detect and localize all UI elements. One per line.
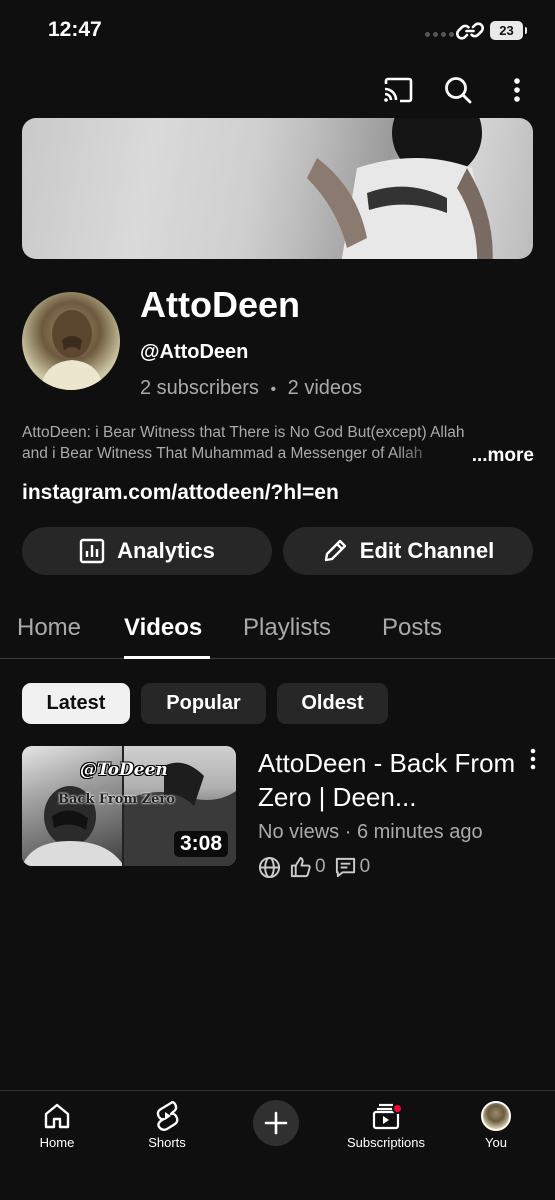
- battery-icon: 23: [490, 21, 527, 40]
- nav-home-label: Home: [39, 1135, 75, 1150]
- video-views: No views: [258, 821, 340, 843]
- tab-playlists[interactable]: Playlists: [243, 614, 331, 642]
- channel-handle: @AttoDeen: [140, 341, 249, 363]
- status-time: 12:47: [48, 18, 102, 41]
- nav-subscriptions[interactable]: Subscriptions: [336, 1099, 436, 1150]
- description-line: and i Bear Witness That Muhammad a Messe…: [22, 445, 423, 462]
- video-stats-row: 0 0: [258, 855, 370, 879]
- nav-home[interactable]: Home: [7, 1099, 107, 1150]
- description-line: AttoDeen: i Bear Witness that There is N…: [22, 424, 465, 441]
- video-age: 6 minutes ago: [356, 821, 483, 843]
- create-plus-icon: [264, 1111, 288, 1135]
- filter-chip-popular[interactable]: Popular: [141, 683, 266, 724]
- search-button[interactable]: [440, 72, 476, 108]
- video-count: 2 videos: [287, 377, 363, 399]
- video-meta: No views · 6 minutes ago: [258, 821, 483, 844]
- channel-stats: 2 subscribers • 2 videos: [140, 377, 362, 400]
- tab-posts[interactable]: Posts: [382, 614, 442, 642]
- globe-icon: [258, 856, 281, 878]
- cast-button[interactable]: [380, 72, 416, 108]
- video-title[interactable]: AttoDeen - Back From Zero | Deen...: [258, 746, 518, 814]
- edit-channel-label: Edit Channel: [359, 538, 495, 563]
- you-avatar: [481, 1101, 511, 1131]
- create-button[interactable]: [253, 1100, 299, 1146]
- tab-home[interactable]: Home: [17, 614, 81, 642]
- stats-separator: •: [270, 381, 277, 398]
- comment-count: 0: [359, 856, 371, 877]
- top-app-bar: [0, 72, 555, 108]
- avatar-person-image: [40, 310, 104, 390]
- shorts-icon: [156, 1101, 179, 1131]
- signal-dots-icon: [425, 32, 454, 37]
- video-thumbnail[interactable]: @ToDeen Back From Zero 3:08: [22, 746, 236, 866]
- analytics-button[interactable]: Analytics: [22, 527, 272, 575]
- search-icon: [445, 77, 472, 104]
- more-options-button[interactable]: [499, 72, 535, 108]
- nav-you[interactable]: You: [446, 1099, 546, 1150]
- nav-you-label: You: [485, 1135, 507, 1150]
- video-options-button[interactable]: [522, 748, 544, 770]
- notification-dot: [392, 1103, 403, 1114]
- channel-external-link[interactable]: instagram.com/attodeen/?hl=en: [22, 481, 339, 505]
- nav-shorts[interactable]: Shorts: [117, 1099, 217, 1150]
- status-bar: 12:47 23: [0, 0, 555, 62]
- banner-figure-image: [307, 118, 493, 259]
- cast-icon: [384, 77, 413, 103]
- channel-avatar[interactable]: [22, 292, 120, 390]
- channel-tabs: Home Videos Playlists Posts: [0, 610, 555, 659]
- channel-name: AttoDeen: [140, 284, 300, 325]
- channel-description[interactable]: AttoDeen: i Bear Witness that There is N…: [22, 422, 534, 466]
- edit-channel-button[interactable]: Edit Channel: [283, 527, 533, 575]
- filter-chip-latest[interactable]: Latest: [22, 683, 130, 724]
- description-more-link[interactable]: ...more: [472, 445, 534, 466]
- more-vert-icon: [530, 748, 536, 770]
- pencil-icon: [324, 539, 346, 562]
- analytics-icon: [79, 538, 105, 564]
- home-icon: [44, 1103, 70, 1129]
- thumbnail-tag: @ToDeen: [80, 760, 168, 780]
- link-icon: [456, 22, 484, 40]
- subscriber-count: 2 subscribers: [140, 377, 259, 399]
- thumbnail-subtag: Back From Zero: [58, 792, 175, 807]
- bottom-navigation: Home Shorts Subscriptions You: [0, 1090, 555, 1200]
- like-count: 0: [315, 856, 326, 877]
- filter-chip-oldest[interactable]: Oldest: [277, 683, 388, 724]
- active-tab-indicator: [124, 656, 210, 659]
- thumbs-up-icon: [290, 856, 311, 877]
- comment-icon: [335, 857, 355, 877]
- analytics-label: Analytics: [117, 538, 215, 563]
- meta-separator: ·: [344, 821, 352, 843]
- channel-banner: [22, 118, 533, 259]
- video-duration: 3:08: [173, 831, 228, 857]
- more-vert-icon: [514, 78, 520, 102]
- nav-subscriptions-label: Subscriptions: [346, 1135, 426, 1150]
- nav-shorts-label: Shorts: [148, 1135, 186, 1150]
- tab-videos[interactable]: Videos: [124, 614, 202, 642]
